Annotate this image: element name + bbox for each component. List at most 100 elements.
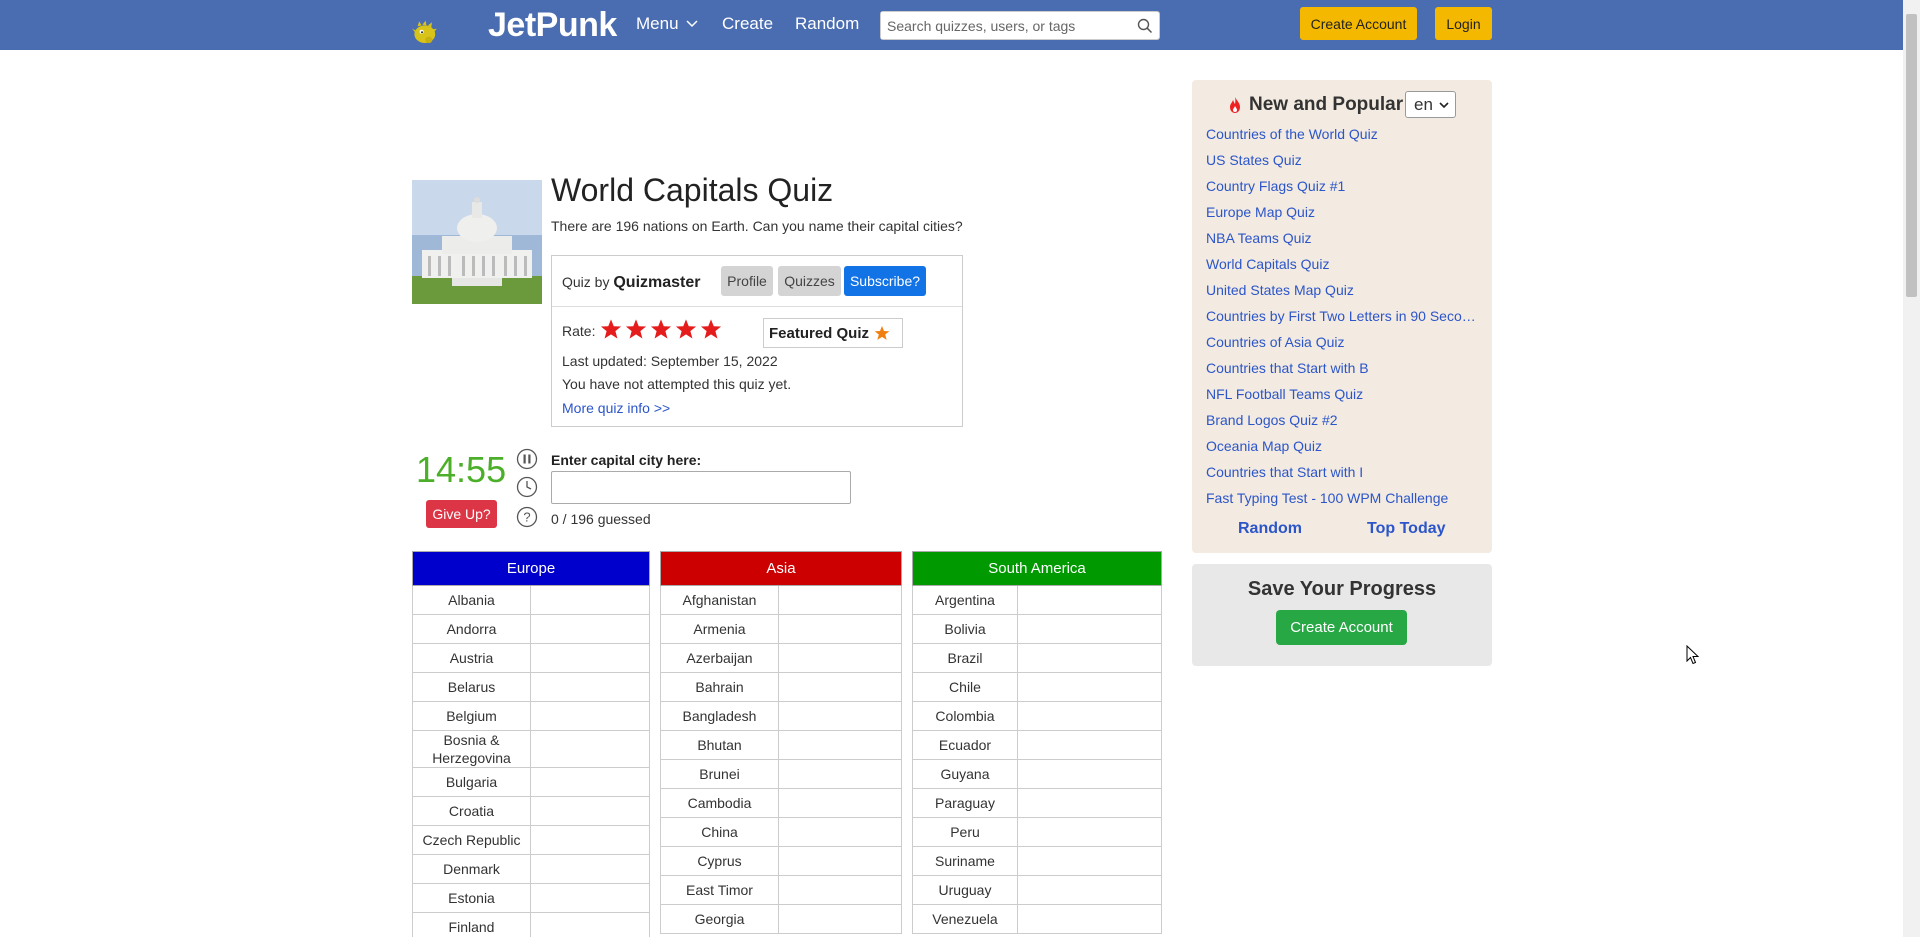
capital-answer-cell	[1017, 759, 1162, 789]
create-account-button[interactable]: Create Account	[1300, 7, 1417, 40]
capital-answer-cell	[530, 643, 650, 673]
capital-answer-cell	[530, 883, 650, 913]
country-name-cell: Bolivia	[912, 614, 1018, 644]
europe-rows: Albania Andorra Austria Belarus Belgium Bosni…	[412, 585, 650, 937]
rate-label: Rate:	[562, 323, 596, 339]
table-row: Denmark	[412, 854, 650, 884]
login-button[interactable]: Login	[1435, 7, 1492, 40]
country-name-cell: Estonia	[412, 883, 531, 913]
country-name-cell: Uruguay	[912, 875, 1018, 905]
capital-answer-cell	[778, 846, 902, 876]
scrollbar-thumb[interactable]	[1906, 14, 1917, 297]
capital-answer-cell	[1017, 730, 1162, 760]
pause-icon[interactable]	[516, 448, 538, 470]
country-name-cell: Belarus	[412, 672, 531, 702]
popular-quiz-link[interactable]: World Capitals Quiz	[1206, 254, 1476, 280]
country-name-cell: Azerbaijan	[660, 643, 779, 673]
popular-quiz-link[interactable]: Oceania Map Quiz	[1206, 436, 1476, 462]
jetpunk-pufferfish-logo-icon[interactable]	[412, 2, 492, 64]
region-header-europe: Europe	[412, 551, 650, 586]
star-icon[interactable]	[625, 318, 647, 340]
clock-icon[interactable]	[516, 476, 538, 498]
star-icon[interactable]	[600, 318, 622, 340]
chevron-down-icon	[686, 20, 698, 28]
table-row: Bhutan	[660, 730, 902, 760]
table-row: Venezuela	[912, 904, 1162, 934]
table-row: Austria	[412, 643, 650, 673]
save-create-account-button[interactable]: Create Account	[1276, 610, 1407, 645]
country-name-cell: Austria	[412, 643, 531, 673]
popular-quiz-link[interactable]: Brand Logos Quiz #2	[1206, 410, 1476, 436]
nav-create[interactable]: Create	[722, 14, 773, 34]
capital-answer-cell	[530, 672, 650, 702]
help-icon[interactable]: ?	[516, 506, 538, 528]
star-icon[interactable]	[675, 318, 697, 340]
table-row: Argentina	[912, 585, 1162, 615]
random-quiz-link[interactable]: Random	[1238, 520, 1302, 538]
more-quiz-info-link[interactable]: More quiz info >>	[562, 400, 670, 416]
popular-quiz-link[interactable]: Countries that Start with I	[1206, 462, 1476, 488]
last-updated: Last updated: September 15, 2022	[562, 353, 778, 369]
popular-quiz-link[interactable]: Country Flags Quiz #1	[1206, 176, 1476, 202]
search-icon[interactable]	[1137, 18, 1153, 34]
search-input[interactable]	[881, 12, 1121, 39]
quiz-description: There are 196 nations on Earth. Can you …	[551, 218, 963, 234]
table-row: Brazil	[912, 643, 1162, 673]
south-america-rows: Argentina Bolivia Brazil Chile Colombia Ecuad…	[912, 585, 1162, 934]
popular-quiz-link[interactable]: Europe Map Quiz	[1206, 202, 1476, 228]
save-progress-panel: Save Your Progress Create Account	[1192, 564, 1492, 666]
table-row: Cambodia	[660, 788, 902, 818]
table-row: East Timor	[660, 875, 902, 905]
table-row: Albania	[412, 585, 650, 615]
quizzes-button[interactable]: Quizzes	[778, 266, 841, 296]
language-select[interactable]: en	[1405, 91, 1456, 118]
popular-quiz-link[interactable]: US States Quiz	[1206, 150, 1476, 176]
table-row: Georgia	[660, 904, 902, 934]
featured-quiz-badge[interactable]: Featured Quiz	[763, 318, 903, 348]
country-name-cell: Albania	[412, 585, 531, 615]
logo-text[interactable]: JetPunk	[488, 6, 617, 45]
capital-answer-cell	[778, 643, 902, 673]
nav-random[interactable]: Random	[795, 14, 859, 34]
nav-menu[interactable]: Menu	[636, 14, 699, 34]
top-header: JetPunk Menu Create Random Create Accoun…	[0, 0, 1903, 50]
capital-answer-cell	[1017, 701, 1162, 731]
table-row: Estonia	[412, 883, 650, 913]
capital-answer-cell	[778, 904, 902, 934]
popular-quiz-link[interactable]: NFL Football Teams Quiz	[1206, 384, 1476, 410]
divider	[552, 306, 962, 307]
popular-quiz-link[interactable]: Countries by First Two Letters in 90 Sec…	[1206, 306, 1476, 332]
top-today-link[interactable]: Top Today	[1367, 520, 1446, 538]
capital-answer-cell	[530, 912, 650, 937]
profile-button[interactable]: Profile	[721, 266, 773, 296]
author-name[interactable]: Quizmaster	[613, 274, 700, 291]
country-name-cell: Cyprus	[660, 846, 779, 876]
asia-table: Asia Afghanistan Armenia Azerbaijan Bahrain…	[660, 551, 902, 934]
give-up-button[interactable]: Give Up?	[426, 500, 497, 528]
country-name-cell: Bangladesh	[660, 701, 779, 731]
popular-quiz-link[interactable]: United States Map Quiz	[1206, 280, 1476, 306]
region-header-asia: Asia	[660, 551, 902, 586]
country-name-cell: Brunei	[660, 759, 779, 789]
fire-icon	[1230, 97, 1240, 113]
save-progress-title: Save Your Progress	[1247, 578, 1437, 600]
popular-quiz-link[interactable]: Fast Typing Test - 100 WPM Challenge	[1206, 488, 1476, 514]
country-name-cell: Peru	[912, 817, 1018, 847]
nav-menu-label: Menu	[636, 14, 679, 33]
country-name-cell: Belgium	[412, 701, 531, 731]
country-name-cell: Cambodia	[660, 788, 779, 818]
svg-text:?: ?	[523, 510, 530, 525]
capital-answer-input[interactable]	[551, 471, 851, 504]
popular-quiz-link[interactable]: Countries of the World Quiz	[1206, 124, 1476, 150]
table-row: Afghanistan	[660, 585, 902, 615]
subscribe-button[interactable]: Subscribe?	[844, 266, 926, 296]
quiz-author: Quiz by Quizmaster	[562, 274, 701, 292]
country-name-cell: Venezuela	[912, 904, 1018, 934]
star-icon[interactable]	[650, 318, 672, 340]
star-icon[interactable]	[700, 318, 722, 340]
asia-rows: Afghanistan Armenia Azerbaijan Bahrain Bangl…	[660, 585, 902, 934]
popular-quiz-link[interactable]: Countries that Start with B	[1206, 358, 1476, 384]
popular-quiz-link[interactable]: NBA Teams Quiz	[1206, 228, 1476, 254]
popular-quiz-link[interactable]: Countries of Asia Quiz	[1206, 332, 1476, 358]
quiz-info-box: Quiz by Quizmaster Profile Quizzes Subsc…	[551, 255, 963, 427]
